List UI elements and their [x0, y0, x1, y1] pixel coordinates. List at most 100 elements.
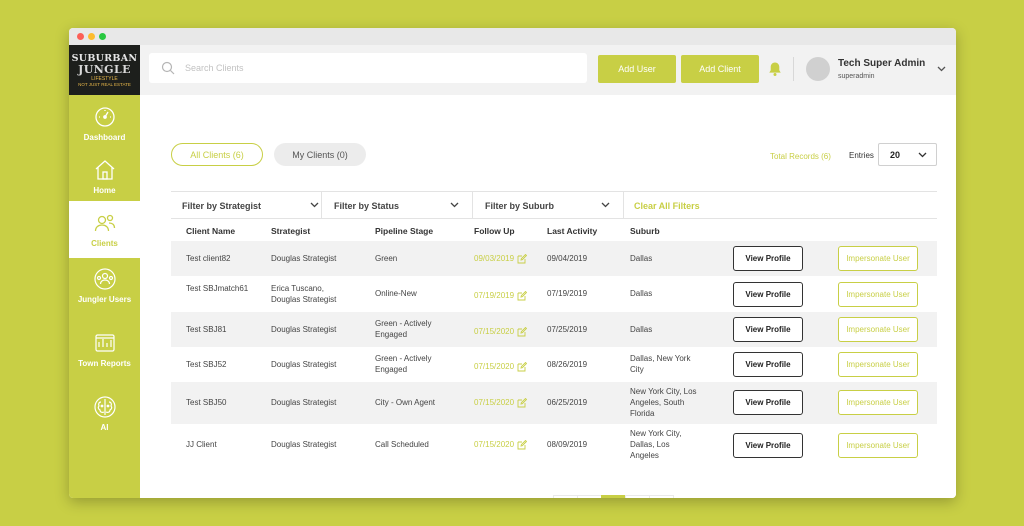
last-activity: 08/09/2019: [547, 440, 588, 449]
sidebar-item-label: AI: [100, 423, 109, 432]
suburb: Dallas: [630, 254, 653, 263]
sidebar-item-jungler-users[interactable]: Jungler Users: [69, 267, 140, 319]
bell-icon[interactable]: [767, 61, 783, 77]
user-name[interactable]: Tech Super Admin: [838, 58, 925, 69]
view-profile-button[interactable]: View Profile: [733, 352, 803, 377]
strategist: Douglas Strategist: [271, 325, 337, 334]
view-profile-button[interactable]: View Profile: [733, 246, 803, 271]
table-row: Test SBJ52 Douglas Strategist Green - Ac…: [171, 347, 937, 382]
dashboard-gauge-icon: [94, 107, 115, 127]
client-name[interactable]: Test SBJmatch61: [186, 283, 251, 294]
impersonate-user-button[interactable]: Impersonate User: [838, 433, 918, 458]
column-header-follow-up[interactable]: Follow Up: [474, 226, 515, 236]
sidebar-item-label: Clients: [91, 239, 118, 248]
follow-up[interactable]: 07/15/2020: [474, 361, 528, 372]
last-activity: 07/25/2019: [547, 325, 588, 334]
follow-up[interactable]: 07/15/2020: [474, 326, 528, 337]
follow-up[interactable]: 07/19/2019: [474, 290, 528, 301]
pipeline-stage: Green: [375, 254, 398, 263]
suburb: Dallas: [630, 289, 653, 298]
pagination-last[interactable]: »: [649, 495, 674, 498]
pipeline-stage: City - Own Agent: [375, 398, 436, 407]
client-name[interactable]: Test client82: [186, 253, 266, 264]
impersonate-user-button[interactable]: Impersonate User: [838, 390, 918, 415]
minimize-window-button[interactable]: [88, 33, 95, 40]
sidebar-item-clients[interactable]: Clients: [69, 201, 140, 258]
filter-suburb-dropdown[interactable]: Filter by Suburb: [485, 192, 625, 219]
impersonate-user-button[interactable]: Impersonate User: [838, 317, 918, 342]
pagination-prev[interactable]: ‹: [577, 495, 602, 498]
table-row: Test SBJ50 Douglas Strategist City - Own…: [171, 382, 937, 424]
pipeline-stage: Call Scheduled: [375, 440, 429, 449]
follow-up-date: 07/15/2020: [474, 327, 515, 336]
column-header-suburb[interactable]: Suburb: [630, 226, 660, 236]
sidebar-item-label: Town Reports: [78, 359, 131, 368]
filter-suburb-label: Filter by Suburb: [485, 200, 555, 211]
tab-all-clients[interactable]: All Clients (6): [171, 143, 263, 166]
strategist: Erica Tuscano, Douglas Strategist: [271, 284, 337, 304]
column-header-pipeline-stage[interactable]: Pipeline Stage: [375, 226, 433, 236]
entries-select[interactable]: 20: [878, 143, 937, 166]
avatar[interactable]: [806, 57, 830, 81]
view-profile-button[interactable]: View Profile: [733, 433, 803, 458]
sidebar-item-label: Jungler Users: [77, 295, 132, 304]
maximize-window-button[interactable]: [99, 33, 106, 40]
filter-separator: [472, 192, 473, 219]
pagination-next[interactable]: ›: [625, 495, 650, 498]
suburb: Dallas, New York City: [630, 354, 691, 374]
edit-icon: [517, 397, 528, 407]
suburb: New York City, Dallas, Los Angeles: [630, 429, 682, 460]
tab-my-clients[interactable]: My Clients (0): [274, 143, 366, 166]
entries-value: 20: [890, 149, 901, 160]
last-activity: 07/19/2019: [547, 289, 588, 298]
column-header-strategist[interactable]: Strategist: [271, 226, 310, 236]
last-activity: 09/04/2019: [547, 254, 588, 263]
suburb: Dallas: [630, 325, 653, 334]
strategist: Douglas Strategist: [271, 254, 337, 263]
view-profile-button[interactable]: View Profile: [733, 390, 803, 415]
clear-all-filters-link[interactable]: Clear All Filters: [634, 192, 700, 219]
suburban-jungle-logo[interactable]: SUBURBAN JUNGLE LIFESTYLE NOT JUST REAL …: [69, 45, 140, 95]
top-bar: Add User Add Client Tech Super Admin sup…: [140, 45, 956, 95]
client-name[interactable]: JJ Client: [186, 439, 266, 450]
jungler-users-icon: [93, 268, 116, 290]
logo-line-1: SUBURBAN: [71, 52, 138, 64]
strategist: Douglas Strategist: [271, 398, 337, 407]
filter-separator: [623, 192, 624, 219]
logo-line-4: NOT JUST REAL ESTATE: [78, 81, 131, 87]
chevron-down-icon: [601, 202, 610, 208]
pagination-first[interactable]: «: [553, 495, 578, 498]
view-profile-button[interactable]: View Profile: [733, 317, 803, 342]
main-content: All Clients (6) My Clients (0) Total Rec…: [140, 95, 956, 498]
follow-up[interactable]: 07/15/2020: [474, 397, 528, 408]
column-header-last-activity[interactable]: Last Activity: [547, 226, 597, 236]
sidebar-item-town-reports[interactable]: Town Reports: [69, 331, 140, 381]
impersonate-user-button[interactable]: Impersonate User: [838, 246, 918, 271]
sidebar-item-ai[interactable]: AI: [69, 395, 140, 445]
impersonate-user-button[interactable]: Impersonate User: [838, 352, 918, 377]
client-name[interactable]: Test SBJ52: [186, 359, 266, 370]
table-header: Client Name Strategist Pipeline Stage Fo…: [171, 219, 937, 241]
add-client-button[interactable]: Add Client: [681, 55, 759, 83]
impersonate-user-button[interactable]: Impersonate User: [838, 282, 918, 307]
follow-up[interactable]: 09/03/2019: [474, 253, 528, 264]
filter-bar: Filter by Strategist Filter by Status Fi…: [171, 191, 937, 219]
clients-users-icon: [94, 214, 115, 232]
follow-up-date: 07/15/2020: [474, 398, 515, 407]
ai-brain-icon: [93, 396, 116, 418]
follow-up-date: 07/15/2020: [474, 362, 515, 371]
pipeline-stage: Green - Actively Engaged: [375, 354, 432, 374]
sidebar-item-dashboard[interactable]: Dashboard: [69, 105, 140, 153]
pagination-current-page[interactable]: 1: [601, 495, 626, 498]
view-profile-button[interactable]: View Profile: [733, 282, 803, 307]
add-user-button[interactable]: Add User: [598, 55, 676, 83]
filter-status-dropdown[interactable]: Filter by Status: [334, 192, 474, 219]
column-header-client-name[interactable]: Client Name: [186, 226, 235, 236]
follow-up[interactable]: 07/15/2020: [474, 439, 528, 450]
client-name[interactable]: Test SBJ81: [186, 324, 266, 335]
search-input[interactable]: [185, 63, 565, 73]
client-name[interactable]: Test SBJ50: [186, 397, 266, 408]
filter-strategist-dropdown[interactable]: Filter by Strategist: [182, 192, 322, 219]
close-window-button[interactable]: [77, 33, 84, 40]
chevron-down-icon[interactable]: [937, 66, 946, 72]
